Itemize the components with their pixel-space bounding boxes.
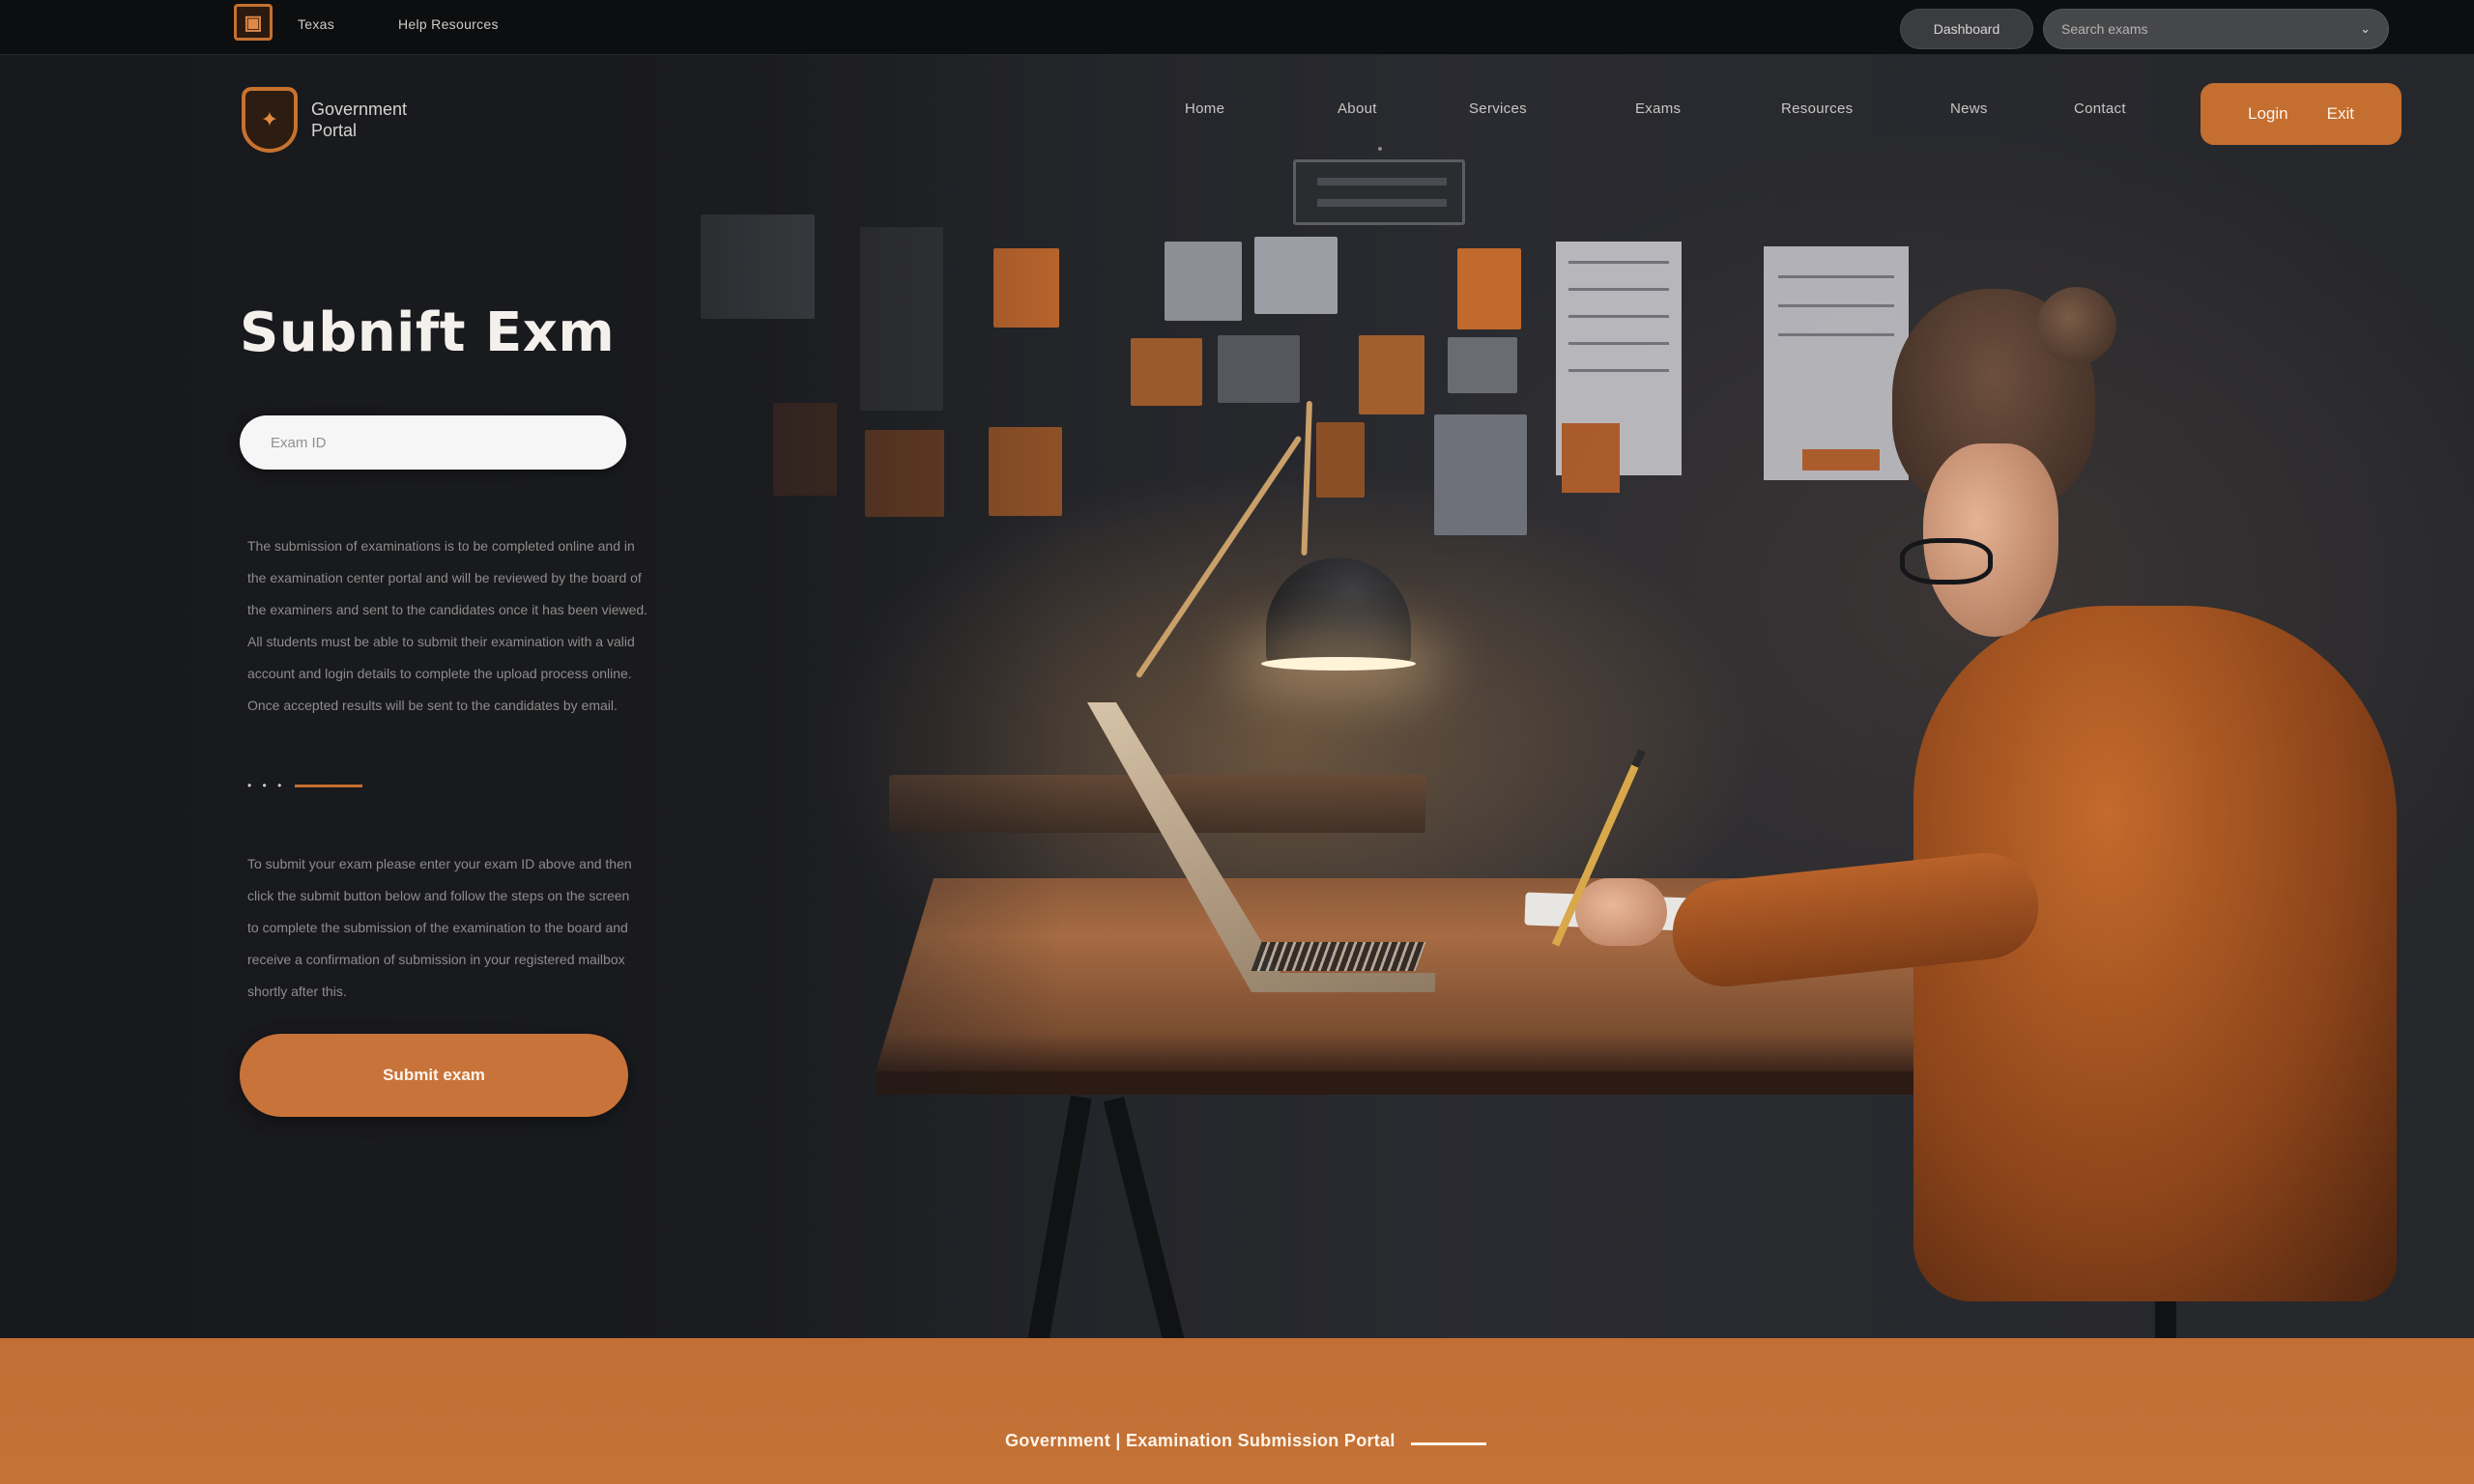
exam-id-field[interactable] [240, 415, 626, 470]
description-line: The submission of examinations is to be … [247, 538, 635, 554]
student-hair-bun [2037, 287, 2116, 364]
description-primary: The submission of examinations is to be … [247, 530, 789, 722]
search-input[interactable] [2061, 21, 2353, 37]
footer-band: Government | Examination Submission Port… [0, 1338, 2474, 1484]
description-line: receive a confirmation of submission in … [247, 952, 625, 967]
description-line: to complete the submission of the examin… [247, 920, 628, 935]
brand-line-1: Government [311, 100, 408, 119]
nav-active-indicator [1378, 147, 1382, 151]
nav-item-services[interactable]: Services [1469, 100, 1527, 117]
description-line: account and login details to complete th… [247, 666, 632, 681]
dashboard-button[interactable]: Dashboard [1900, 9, 2033, 49]
student-hand [1575, 878, 1667, 946]
nav-item-about[interactable]: About [1338, 100, 1377, 117]
description-line: the examiners and sent to the candidates… [247, 602, 648, 617]
page-title: Subnift Exm [240, 301, 616, 364]
divider-dots: • • • [247, 779, 286, 792]
brand-line-2: Portal [311, 121, 358, 140]
submit-exam-button[interactable]: Submit exam [240, 1034, 628, 1117]
nav-item-news[interactable]: News [1950, 100, 1988, 117]
description-line: Once accepted results will be sent to th… [247, 698, 618, 713]
lamp-arm [1301, 400, 1312, 556]
wall-note [1165, 242, 1242, 321]
description-secondary: To submit your exam please enter your ex… [247, 848, 789, 1008]
mini-logo-icon[interactable]: ▣ [234, 4, 273, 41]
description-line: All students must be able to submit thei… [247, 634, 635, 649]
wall-note [1434, 414, 1527, 535]
search-box[interactable]: ⌄ [2043, 9, 2389, 49]
footer-text: Government | Examination Submission Port… [1005, 1431, 1395, 1450]
wall-document [1556, 242, 1682, 493]
wall-note [1457, 248, 1521, 329]
description-line: the examination center portal and will b… [247, 570, 642, 585]
wall-note [1254, 237, 1338, 314]
lamp-shade [1266, 557, 1411, 664]
laptop-keyboard [1251, 942, 1426, 971]
util-link-texas[interactable]: Texas [298, 16, 334, 32]
nav-item-home[interactable]: Home [1185, 100, 1224, 117]
exam-id-input[interactable] [271, 434, 595, 451]
nav-item-contact[interactable]: Contact [2074, 100, 2126, 117]
nav-item-resources[interactable]: Resources [1781, 100, 1853, 117]
wall-note [1218, 335, 1300, 403]
wall-document [1764, 246, 1909, 480]
brand-name: Government Portal [311, 99, 407, 141]
divider-accent-bar [295, 784, 363, 787]
wall-note [1131, 338, 1202, 406]
exit-label: Exit [2326, 104, 2354, 123]
nav-item-exams[interactable]: Exams [1635, 100, 1681, 117]
brand-logo[interactable]: ✦ Government Portal [242, 87, 407, 153]
chevron-down-icon[interactable]: ⌄ [2360, 21, 2371, 37]
section-divider: • • • [247, 779, 363, 792]
lamp-bulb [1261, 657, 1416, 671]
login-label: Login [2248, 104, 2288, 123]
wall-note [1316, 422, 1365, 498]
wall-lightbox [1293, 159, 1465, 225]
login-button[interactable]: Login Exit [2201, 83, 2402, 145]
description-line: click the submit button below and follow… [247, 888, 630, 903]
wall-note [1359, 335, 1424, 414]
utility-bar: ▣ Texas Help Resources Dashboard ⌄ [0, 0, 2474, 55]
shield-icon: ✦ [242, 87, 298, 153]
footer-underline [1411, 1442, 1486, 1445]
desk-leg [1103, 1097, 1199, 1338]
description-line: To submit your exam please enter your ex… [247, 856, 632, 871]
wall-note [1448, 337, 1517, 393]
description-line: shortly after this. [247, 984, 347, 999]
util-link-help[interactable]: Help Resources [398, 16, 499, 32]
glasses [1900, 538, 1993, 585]
